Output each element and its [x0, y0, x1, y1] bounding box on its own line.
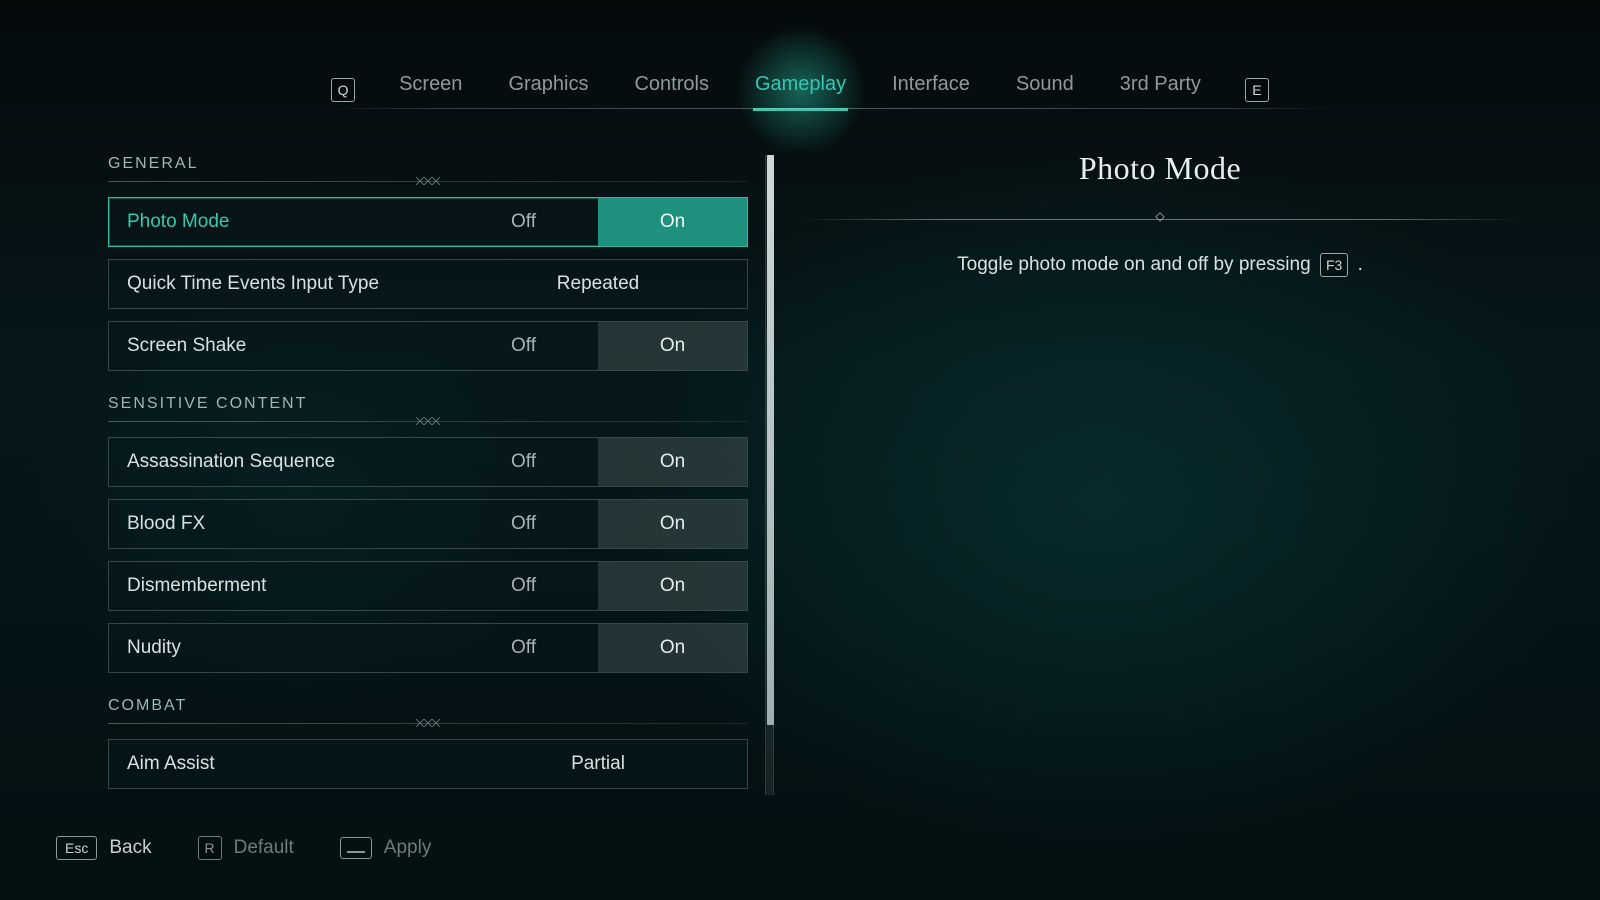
setting-toggle[interactable]: OffOn	[449, 500, 747, 548]
setting-toggle[interactable]: OffOn	[449, 438, 747, 486]
tab-interface[interactable]: Interface	[890, 69, 972, 111]
toggle-option-on[interactable]: On	[598, 562, 747, 610]
setting-label: Screen Shake	[109, 322, 449, 370]
default-label: Default	[234, 837, 294, 859]
section-header-general: GENERAL	[108, 155, 748, 173]
setting-row-qte-input-type[interactable]: Quick Time Events Input TypeRepeated	[108, 259, 748, 309]
setting-value[interactable]: Partial	[449, 740, 747, 788]
toggle-option-off[interactable]: Off	[449, 562, 598, 610]
toggle-option-on[interactable]: On	[598, 624, 747, 672]
detail-divider	[800, 215, 1520, 225]
setting-row-dismemberment[interactable]: DismembermentOffOn	[108, 561, 748, 611]
section-header-sensitive-content: SENSITIVE CONTENT	[108, 395, 748, 413]
setting-detail-description: Toggle photo mode on and off by pressing…	[800, 253, 1520, 277]
setting-row-assassination-sequence[interactable]: Assassination SequenceOffOn	[108, 437, 748, 487]
setting-label: Dismemberment	[109, 562, 449, 610]
setting-toggle[interactable]: OffOn	[449, 322, 747, 370]
section-divider	[108, 177, 748, 187]
setting-label: Blood FX	[109, 500, 449, 548]
tab-sound[interactable]: Sound	[1014, 69, 1076, 111]
apply-label: Apply	[384, 837, 432, 859]
tab-controls[interactable]: Controls	[632, 69, 710, 111]
apply-button[interactable]: Apply	[340, 837, 432, 859]
settings-list: GENERALPhoto ModeOffOnQuick Time Events …	[108, 155, 748, 795]
setting-toggle[interactable]: OffOn	[449, 198, 747, 246]
toggle-option-on[interactable]: On	[598, 198, 747, 246]
section-divider	[108, 719, 748, 729]
section-header-combat: COMBAT	[108, 697, 748, 715]
setting-row-blood-fx[interactable]: Blood FXOffOn	[108, 499, 748, 549]
back-label: Back	[109, 837, 151, 859]
apply-key-hint-space-icon	[340, 837, 372, 859]
back-button[interactable]: Esc Back	[56, 836, 152, 860]
section-divider	[108, 417, 748, 427]
toggle-option-off[interactable]: Off	[449, 500, 598, 548]
tab-screen[interactable]: Screen	[397, 69, 464, 111]
setting-label: Photo Mode	[109, 198, 449, 246]
setting-label: Assassination Sequence	[109, 438, 449, 486]
back-key-hint: Esc	[56, 836, 97, 860]
setting-row-aim-assist[interactable]: Aim AssistPartial	[108, 739, 748, 789]
setting-row-screen-shake[interactable]: Screen ShakeOffOn	[108, 321, 748, 371]
tab-gameplay[interactable]: Gameplay	[753, 69, 848, 111]
default-button[interactable]: R Default	[198, 836, 294, 860]
detail-desc-before: Toggle photo mode on and off by pressing	[957, 254, 1311, 275]
settings-scrollbar-thumb[interactable]	[767, 155, 774, 725]
setting-detail-title: Photo Mode	[800, 150, 1520, 187]
toggle-option-on[interactable]: On	[598, 500, 747, 548]
settings-tab-bar: Q Screen Graphics Controls Gameplay Interfac…	[0, 70, 1600, 110]
footer-actions: Esc Back R Default Apply	[56, 836, 431, 860]
prev-tab-key-hint: Q	[331, 78, 355, 102]
toggle-option-off[interactable]: Off	[449, 322, 598, 370]
setting-label: Aim Assist	[109, 740, 449, 788]
setting-toggle[interactable]: OffOn	[449, 562, 747, 610]
toggle-option-off[interactable]: Off	[449, 624, 598, 672]
toggle-option-off[interactable]: Off	[449, 438, 598, 486]
setting-row-photo-mode[interactable]: Photo ModeOffOn	[108, 197, 748, 247]
toggle-option-on[interactable]: On	[598, 322, 747, 370]
detail-key-hint: F3	[1320, 253, 1348, 277]
toggle-option-off[interactable]: Off	[449, 198, 598, 246]
setting-label: Quick Time Events Input Type	[109, 260, 449, 308]
detail-desc-after: .	[1358, 254, 1363, 275]
toggle-option-on[interactable]: On	[598, 438, 747, 486]
setting-value[interactable]: Repeated	[449, 260, 747, 308]
next-tab-key-hint: E	[1245, 78, 1269, 102]
tab-3rd-party[interactable]: 3rd Party	[1118, 69, 1203, 111]
setting-label: Nudity	[109, 624, 449, 672]
setting-row-nudity[interactable]: NudityOffOn	[108, 623, 748, 673]
setting-detail-panel: Photo Mode Toggle photo mode on and off …	[800, 150, 1520, 277]
tab-graphics[interactable]: Graphics	[506, 69, 590, 111]
settings-scrollbar-track[interactable]	[765, 155, 774, 795]
default-key-hint: R	[198, 836, 222, 860]
setting-toggle[interactable]: OffOn	[449, 624, 747, 672]
